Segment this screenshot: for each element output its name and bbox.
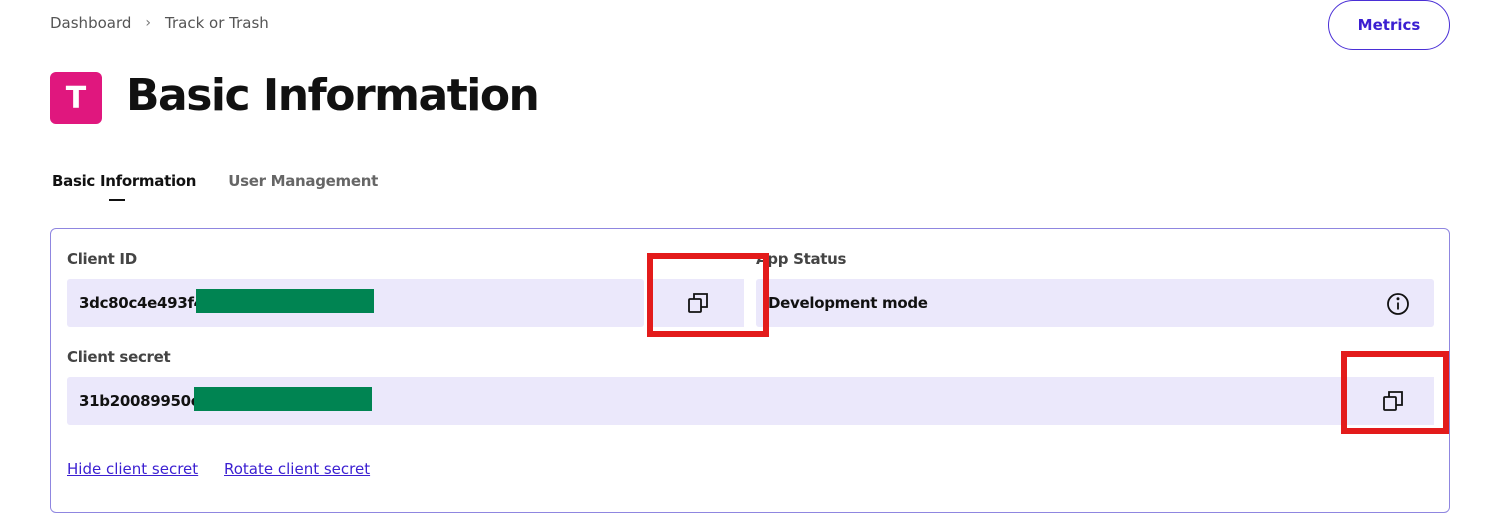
hide-client-secret-link[interactable]: Hide client secret [67,460,198,478]
client-id-value: 3dc80c4e493f4 [79,294,204,312]
breadcrumb-current-app[interactable]: Track or Trash [165,14,269,32]
tab-bar: Basic Information User Management [52,170,410,201]
app-status-value: Development mode [768,294,928,312]
breadcrumb-separator: › [145,15,151,31]
rotate-client-secret-link[interactable]: Rotate client secret [224,460,370,478]
client-id-redaction [196,289,374,313]
breadcrumb: Dashboard › Track or Trash [50,13,269,33]
metrics-button[interactable]: Metrics [1328,0,1450,50]
client-id-label: Client ID [67,250,137,268]
app-avatar: T [50,72,102,124]
client-secret-value: 31b20089950e [79,392,201,410]
breadcrumb-dashboard[interactable]: Dashboard [50,14,131,32]
tab-basic-information[interactable]: Basic Information [52,170,196,201]
info-icon[interactable] [1386,292,1410,316]
client-secret-label: Client secret [67,348,171,366]
highlight-box-client-secret-copy [1341,351,1449,434]
tab-user-management[interactable]: User Management [228,170,378,192]
highlight-box-client-id-copy [647,253,769,337]
client-secret-redaction [194,387,372,411]
app-status-label: App Status [756,250,847,268]
page-title: Basic Information [126,70,540,121]
app-status-field: Development mode [756,279,1434,327]
